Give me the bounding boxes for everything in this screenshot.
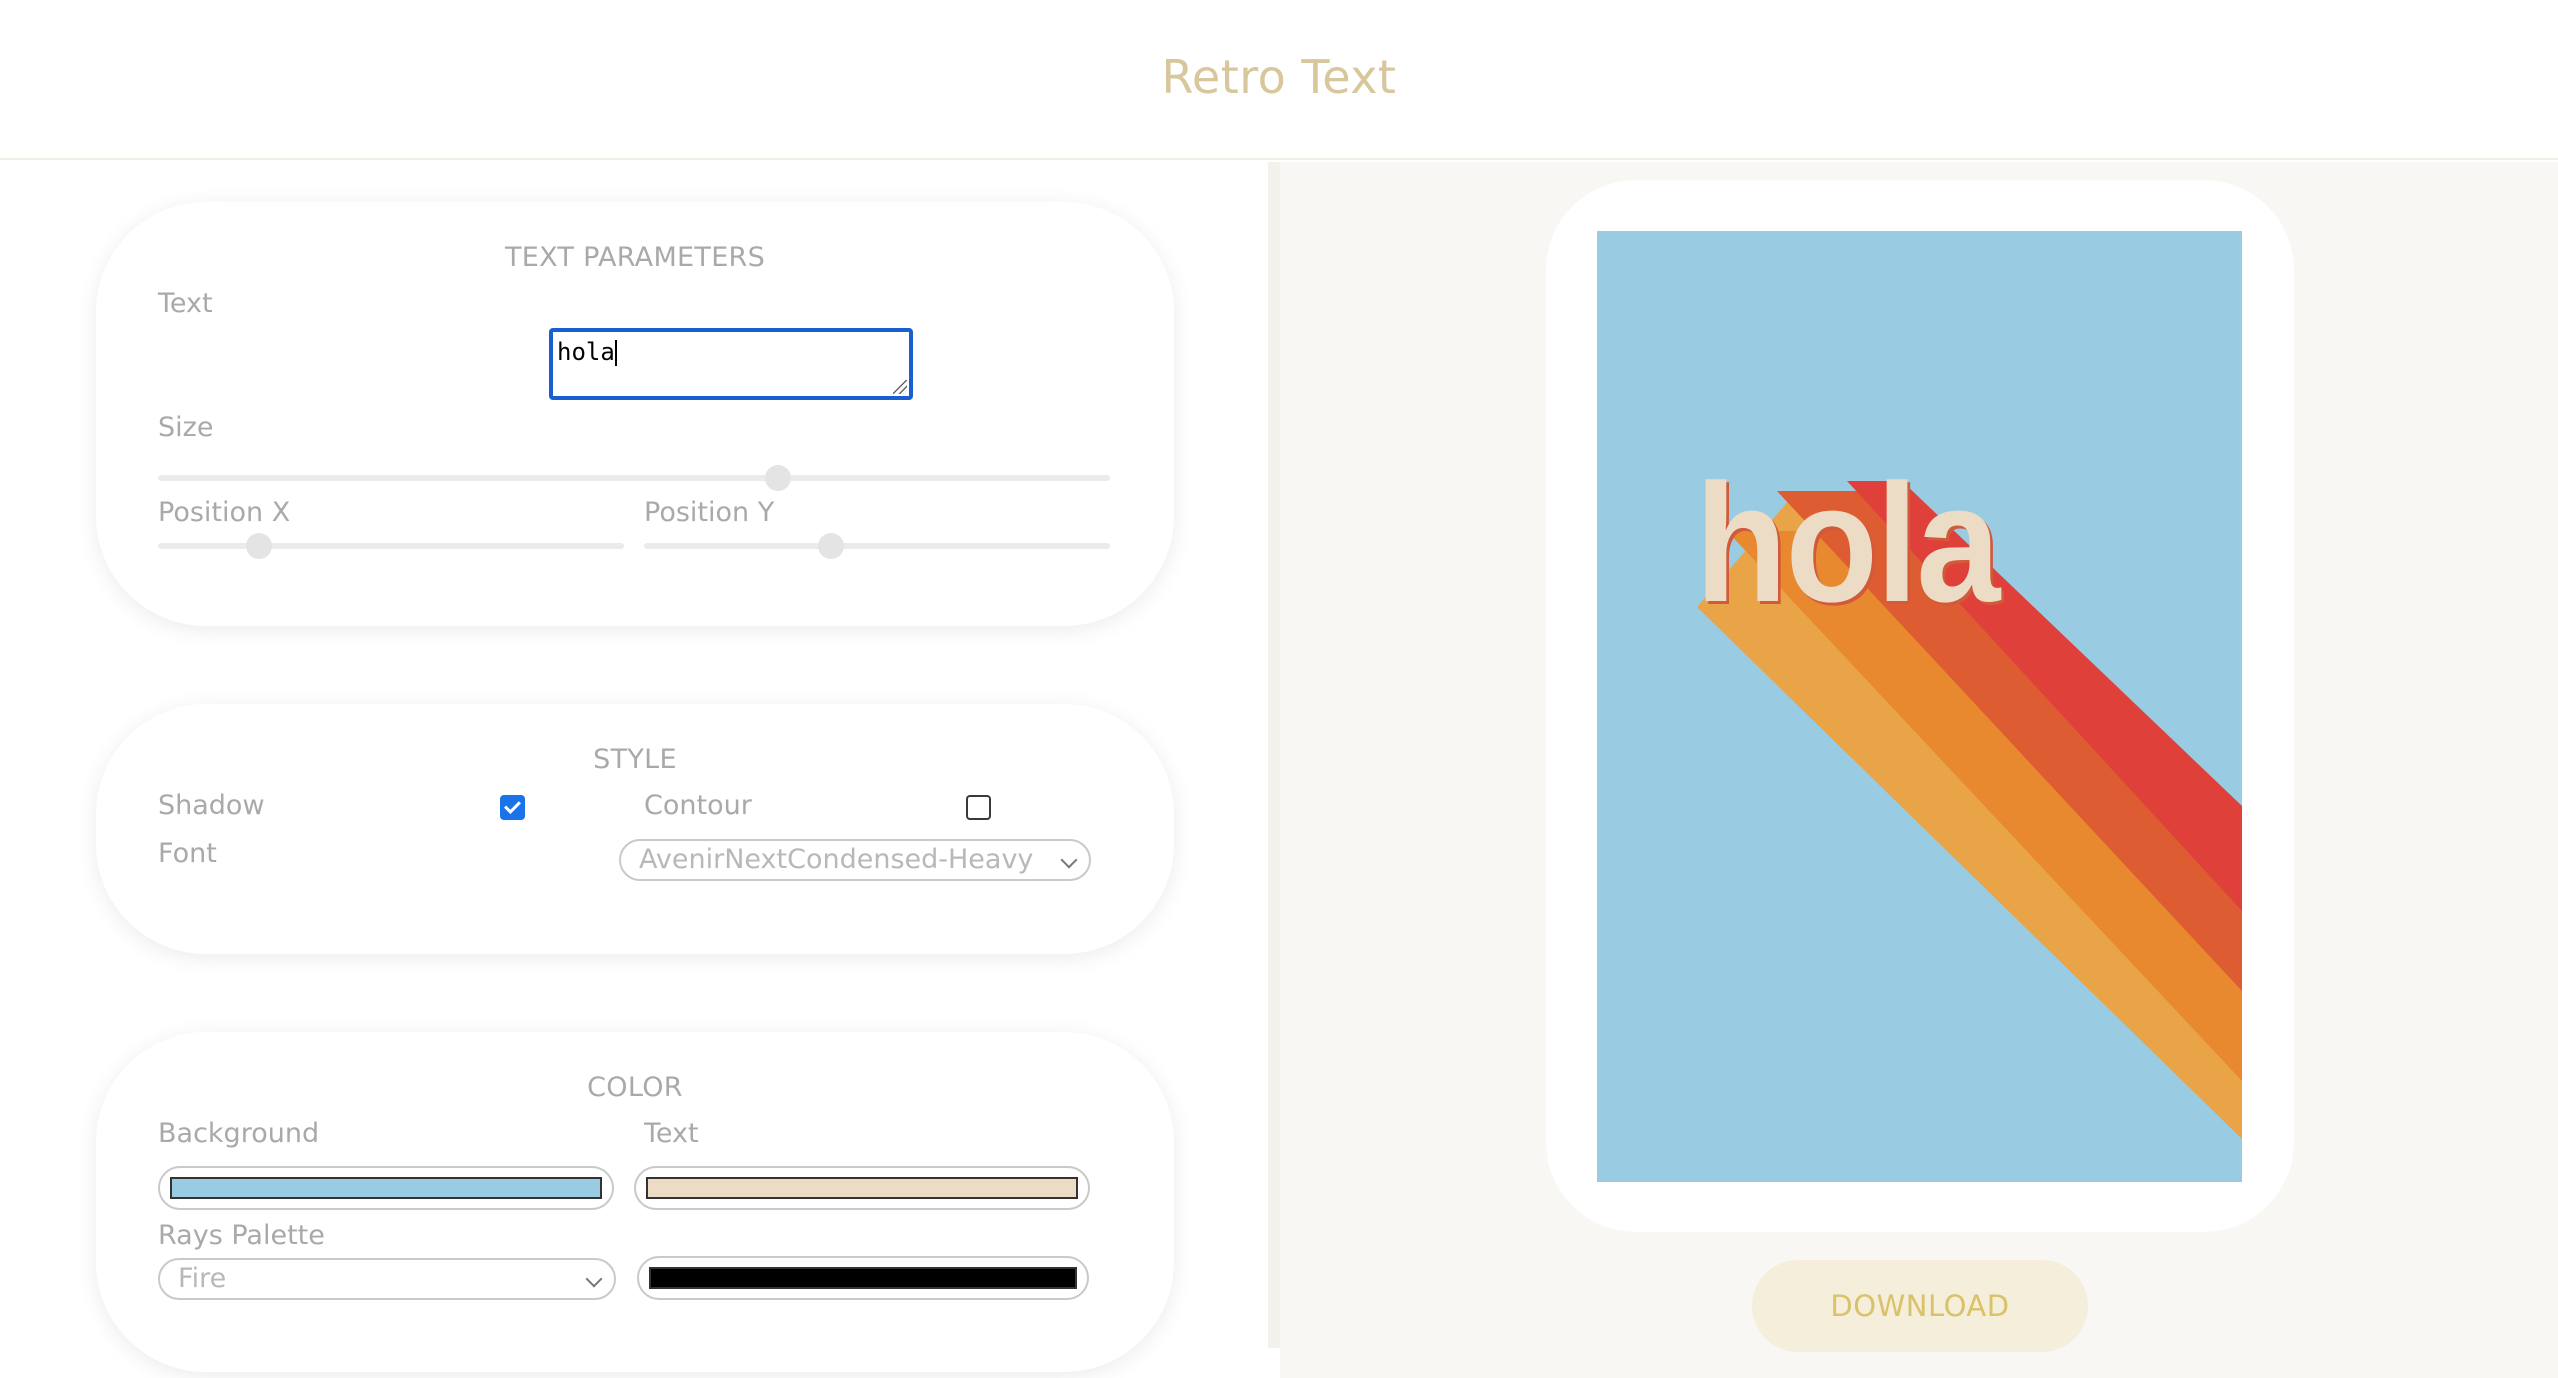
contour-color-picker[interactable] — [637, 1256, 1089, 1300]
position-x-label: Position X — [158, 497, 291, 528]
retro-text-word: hola — [1695, 449, 2000, 637]
retro-rays — [1697, 481, 2242, 1139]
position-y-label: Position Y — [644, 497, 775, 528]
color-title: COLOR — [587, 1072, 683, 1103]
contour-label: Contour — [644, 790, 752, 821]
rays-palette-select[interactable]: Fire — [158, 1258, 616, 1300]
chevron-down-icon — [1060, 851, 1078, 869]
font-select-value: AvenirNextCondensed-Heavy — [639, 844, 1034, 875]
app-title: Retro Text — [1161, 50, 1397, 104]
text-input-value: hola — [557, 338, 615, 366]
position-y-slider-thumb[interactable] — [818, 533, 844, 559]
style-title: STYLE — [593, 744, 677, 775]
retro-text-canvas: hola — [1597, 231, 2242, 1182]
shadow-label: Shadow — [158, 790, 265, 821]
pane-divider — [1268, 162, 1280, 1348]
font-label: Font — [158, 838, 217, 869]
rays-palette-value: Fire — [178, 1263, 227, 1294]
text-parameters-title: TEXT PARAMETERS — [504, 242, 766, 273]
contour-checkbox[interactable] — [966, 795, 991, 820]
font-select[interactable]: AvenirNextCondensed-Heavy — [619, 839, 1091, 881]
text-caret — [614, 340, 617, 366]
size-slider-thumb[interactable] — [765, 465, 791, 491]
shadow-checkbox[interactable] — [500, 795, 525, 820]
color-card: COLOR Background Text Rays Palette Fire — [96, 1032, 1174, 1372]
position-x-slider[interactable] — [158, 533, 624, 559]
background-color-swatch — [170, 1177, 602, 1199]
text-color-picker[interactable] — [634, 1166, 1090, 1210]
text-label: Text — [158, 288, 213, 319]
rays-palette-label: Rays Palette — [158, 1220, 325, 1251]
resize-handle-icon[interactable] — [893, 380, 907, 394]
download-button[interactable]: DOWNLOAD — [1752, 1260, 2088, 1352]
text-color-label: Text — [644, 1118, 699, 1149]
size-label: Size — [158, 412, 214, 443]
size-slider[interactable] — [158, 465, 1110, 491]
contour-color-swatch — [649, 1267, 1077, 1289]
chevron-down-icon — [585, 1270, 603, 1288]
position-y-slider[interactable] — [644, 533, 1110, 559]
text-color-swatch — [646, 1177, 1078, 1199]
app-header: Retro Text — [0, 0, 2558, 160]
background-color-picker[interactable] — [158, 1166, 614, 1210]
style-card: STYLE Shadow Contour Font AvenirNextCond… — [96, 704, 1174, 954]
background-color-label: Background — [158, 1118, 320, 1149]
position-x-slider-thumb[interactable] — [246, 533, 272, 559]
text-input[interactable]: hola — [549, 328, 913, 400]
text-parameters-card: TEXT PARAMETERS Text hola Size Position … — [96, 202, 1174, 626]
